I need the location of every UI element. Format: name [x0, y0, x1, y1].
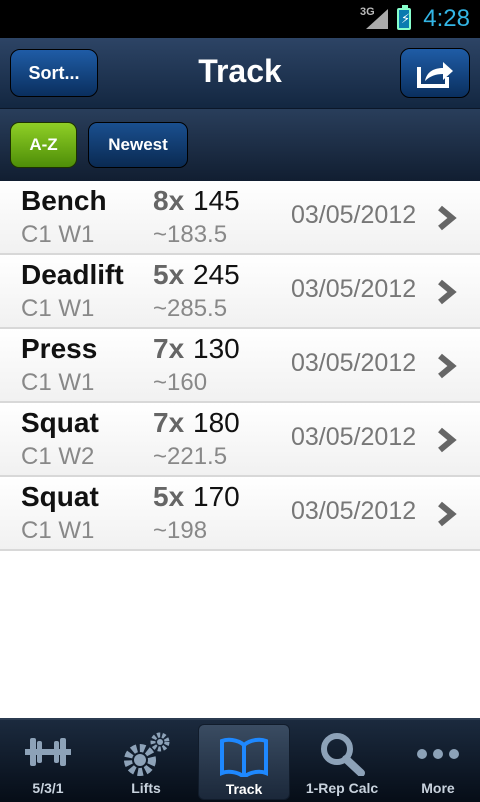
gears-icon	[124, 732, 170, 776]
barbell-icon	[25, 738, 71, 766]
reps: 7x	[153, 407, 185, 438]
weight: 145	[193, 185, 240, 216]
reps: 5x	[153, 481, 185, 512]
weight: 245	[193, 259, 240, 290]
track-list: Bench C1 W1 8x 145 ~183.5 03/05/2012 Dea…	[0, 181, 480, 551]
list-item[interactable]: Press C1 W1 7x 130 ~160 03/05/2012	[0, 329, 480, 403]
cycle-week: C1 W2	[21, 443, 95, 470]
tab-label: 1-Rep Calc	[305, 780, 379, 796]
entry-date: 03/05/2012	[291, 423, 417, 451]
tab-label: More	[421, 780, 455, 796]
clock: 4:28	[423, 5, 470, 32]
reps: 8x	[153, 185, 185, 216]
chevron-right-icon	[438, 353, 457, 379]
entry-date: 03/05/2012	[291, 201, 417, 229]
filter-bar: A-Z Newest	[0, 109, 480, 181]
entry-date: 03/05/2012	[291, 497, 417, 525]
entry-date: 03/05/2012	[291, 349, 417, 377]
cycle-week: C1 W1	[21, 517, 95, 544]
one-rep-estimate: ~198	[153, 517, 208, 544]
reps: 5x	[153, 259, 185, 290]
lift-name: Bench	[21, 185, 107, 216]
tab-1rep-calc[interactable]: 1-Rep Calc	[294, 720, 390, 802]
magnifier-icon	[321, 733, 365, 776]
tab-track[interactable]: Track	[198, 724, 290, 800]
list-item[interactable]: Squat C1 W1 5x 170 ~198 03/05/2012	[0, 477, 480, 551]
chevron-right-icon	[438, 279, 457, 305]
signal-icon	[366, 9, 388, 29]
more-dots-icon	[417, 749, 459, 759]
chevron-right-icon	[438, 427, 457, 453]
action-bar: Sort... Track	[0, 38, 480, 109]
book-icon	[220, 737, 268, 777]
weight: 170	[193, 481, 240, 512]
chevron-right-icon	[438, 501, 457, 527]
entry-date: 03/05/2012	[291, 275, 417, 303]
sort-newest-button[interactable]: Newest	[88, 122, 188, 168]
cycle-week: C1 W1	[21, 369, 95, 396]
cycle-week: C1 W1	[21, 221, 95, 248]
list-item[interactable]: Deadlift C1 W1 5x 245 ~285.5 03/05/2012	[0, 255, 480, 329]
list-item[interactable]: Squat C1 W2 7x 180 ~221.5 03/05/2012	[0, 403, 480, 477]
tab-label: Lifts	[131, 780, 161, 796]
battery-icon: ⚡	[397, 5, 411, 30]
chevron-right-icon	[438, 205, 457, 231]
weight: 130	[193, 333, 240, 364]
lift-name: Squat	[21, 407, 99, 438]
share-button[interactable]	[400, 48, 470, 98]
share-icon	[417, 62, 453, 88]
tab-label: Track	[225, 781, 263, 797]
one-rep-estimate: ~183.5	[153, 221, 228, 248]
one-rep-estimate: ~160	[153, 369, 208, 396]
cycle-week: C1 W1	[21, 295, 95, 322]
tab-531[interactable]: 5/3/1	[0, 720, 96, 802]
tab-lifts[interactable]: Lifts	[98, 720, 194, 802]
lift-name: Deadlift	[21, 259, 124, 290]
tab-label: 5/3/1	[32, 780, 64, 796]
bottom-tab-bar: 5/3/1 Lifts Track 1-Rep Calc More	[0, 718, 480, 802]
reps: 7x	[153, 333, 185, 364]
lift-name: Squat	[21, 481, 99, 512]
one-rep-estimate: ~221.5	[153, 443, 228, 470]
status-bar: 3G ⚡ 4:28	[0, 0, 480, 38]
weight: 180	[193, 407, 240, 438]
list-item[interactable]: Bench C1 W1 8x 145 ~183.5 03/05/2012	[0, 181, 480, 255]
lift-name: Press	[21, 333, 98, 364]
tab-more[interactable]: More	[390, 720, 480, 802]
one-rep-estimate: ~285.5	[153, 295, 228, 322]
sort-az-button[interactable]: A-Z	[10, 122, 77, 168]
